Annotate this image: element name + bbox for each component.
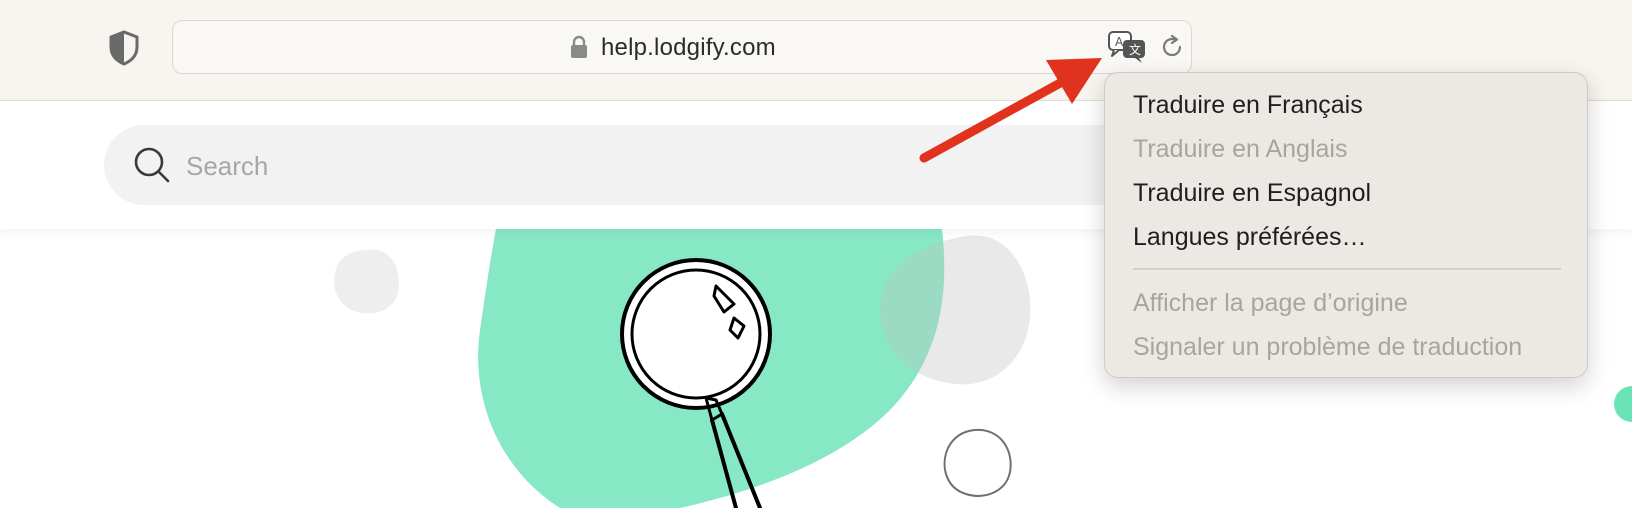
- menu-separator: [1133, 268, 1561, 270]
- menu-item-translate-english: Traduire en Anglais: [1133, 135, 1348, 163]
- search-icon: [134, 147, 170, 183]
- translate-icon[interactable]: A 文: [1107, 30, 1147, 64]
- menu-item-report-problem: Signaler un problème de traduction: [1133, 333, 1523, 361]
- menu-item-translate-french[interactable]: Traduire en Français: [1133, 85, 1363, 125]
- address-bar[interactable]: help.lodgify.com A 文: [172, 20, 1192, 74]
- shield-half-icon[interactable]: [108, 30, 140, 66]
- outline-circle-shape: [943, 428, 1012, 497]
- search-input[interactable]: [184, 143, 1088, 189]
- lock-icon: [571, 35, 587, 58]
- menu-item-preferred-languages[interactable]: Langues préférées…: [1133, 217, 1366, 257]
- svg-text:A: A: [1115, 35, 1124, 49]
- menu-item-show-original: Afficher la page d’origine: [1133, 289, 1408, 317]
- grey-blob-small: [334, 249, 399, 314]
- svg-text:文: 文: [1129, 42, 1141, 57]
- translate-menu: Traduire en Français Traduire en Anglais…: [1104, 72, 1588, 378]
- url-text[interactable]: help.lodgify.com: [601, 34, 776, 62]
- menu-item-translate-spanish[interactable]: Traduire en Espagnol: [1133, 173, 1371, 213]
- reload-icon[interactable]: [1159, 34, 1185, 60]
